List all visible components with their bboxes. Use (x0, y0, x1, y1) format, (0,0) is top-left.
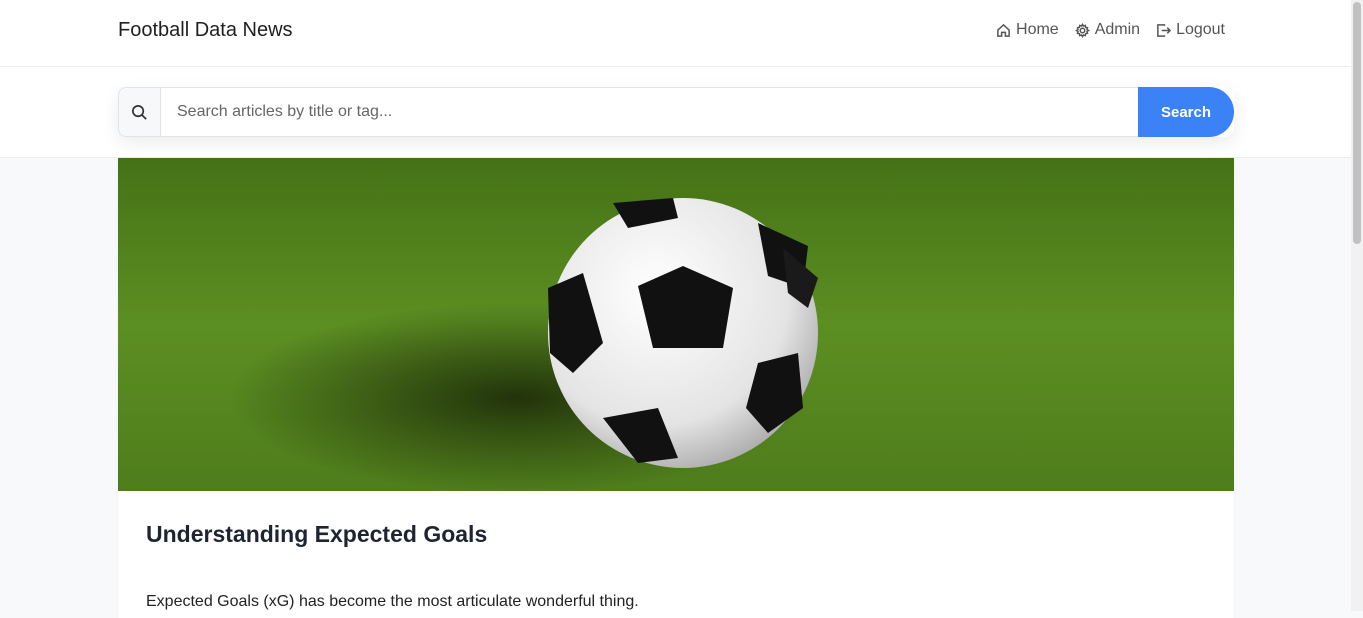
search-bar: Search (118, 87, 1234, 137)
search-section: Search (0, 67, 1351, 158)
nav-home[interactable]: Home (996, 21, 1059, 39)
article-title[interactable]: Understanding Expected Goals (146, 521, 487, 548)
nav-logout[interactable]: Logout (1156, 21, 1225, 39)
nav-home-label: Home (1016, 21, 1059, 38)
gear-icon (1074, 22, 1090, 38)
article-hero-image (118, 158, 1234, 491)
article-excerpt: Expected Goals (xG) has become the most … (146, 593, 639, 610)
nav-logout-label: Logout (1176, 21, 1225, 38)
search-button[interactable]: Search (1138, 87, 1234, 137)
article-card[interactable]: Understanding Expected Goals Expected Go… (118, 158, 1234, 618)
main-nav: Home Admin Logout (996, 21, 1225, 39)
nav-admin[interactable]: Admin (1074, 21, 1141, 39)
logout-icon (1157, 23, 1172, 37)
page-scrollbar[interactable] (1351, 0, 1363, 611)
home-icon (997, 23, 1010, 37)
search-icon (132, 104, 147, 120)
brand-title[interactable]: Football Data News (118, 19, 293, 42)
scrollbar-thumb[interactable] (1353, 2, 1361, 244)
nav-admin-label: Admin (1094, 21, 1141, 38)
search-icon-container (118, 87, 160, 137)
top-navbar: Football Data News Home Admin Logout (0, 0, 1351, 67)
search-input[interactable] (160, 87, 1138, 137)
